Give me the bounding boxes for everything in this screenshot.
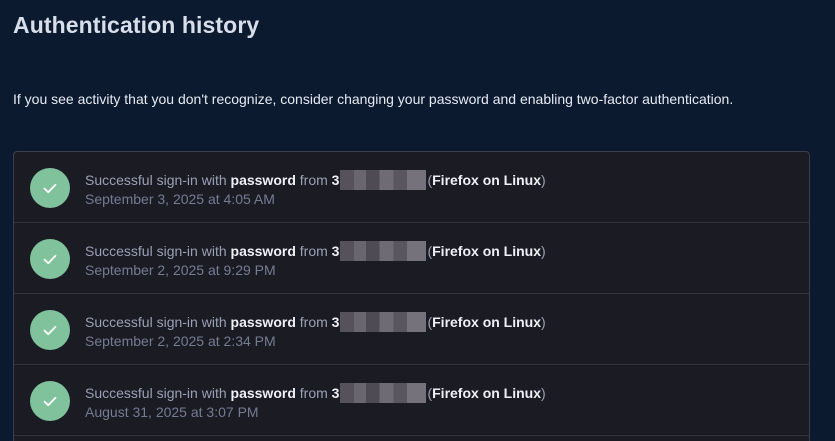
event-prefix: Successful sign-in with <box>85 385 227 401</box>
from-label: from <box>299 314 328 330</box>
auth-history-list: Successful sign-in with password from 3 … <box>13 151 810 441</box>
event-timestamp: September 3, 2025 at 4:05 AM <box>85 191 275 207</box>
event-description: Successful sign-in with password from 3 … <box>85 312 546 332</box>
event-description: Successful sign-in with password from 3 … <box>85 241 546 261</box>
ip-address: 3 <box>331 385 340 401</box>
event-prefix: Successful sign-in with <box>85 172 227 188</box>
event-timestamp: September 2, 2025 at 9:29 PM <box>85 262 276 278</box>
paren-close: ) <box>541 172 546 188</box>
ip-address: 3 <box>331 172 340 188</box>
paren-close: ) <box>541 385 546 401</box>
check-icon <box>30 239 70 279</box>
auth-method: password <box>230 385 296 401</box>
paren-close: ) <box>541 243 546 259</box>
event-timestamp: September 2, 2025 at 2:34 PM <box>85 333 276 349</box>
list-item: Successful sign-in with password from 3 … <box>14 365 809 436</box>
check-icon <box>30 168 70 208</box>
event-description: Successful sign-in with password from 3 … <box>85 383 546 403</box>
auth-method: password <box>230 243 296 259</box>
from-label: from <box>299 385 328 401</box>
check-icon <box>30 310 70 350</box>
auth-method: password <box>230 314 296 330</box>
ip-address: 3 <box>331 243 340 259</box>
from-label: from <box>299 172 328 188</box>
event-description: Successful sign-in with password from 3 … <box>85 170 546 190</box>
client-name: Firefox on Linux <box>432 385 542 401</box>
auth-history-page: Authentication history If you see activi… <box>0 0 835 441</box>
client-name: Firefox on Linux <box>432 243 542 259</box>
redacted-ip-block <box>340 312 427 332</box>
page-title: Authentication history <box>13 12 260 38</box>
client-name: Firefox on Linux <box>432 314 542 330</box>
redacted-ip-block <box>340 170 427 190</box>
client-name: Firefox on Linux <box>432 172 542 188</box>
ip-address: 3 <box>331 314 340 330</box>
list-item: Successful sign-in with password from 3 … <box>14 294 809 365</box>
event-timestamp: August 31, 2025 at 3:07 PM <box>85 404 259 420</box>
redacted-ip-block <box>340 383 427 403</box>
paren-close: ) <box>541 314 546 330</box>
intro-text: If you see activity that you don't recog… <box>13 91 734 107</box>
event-prefix: Successful sign-in with <box>85 243 227 259</box>
list-item: Successful sign-in with password from 3 … <box>14 223 809 294</box>
redacted-ip-block <box>340 241 427 261</box>
event-prefix: Successful sign-in with <box>85 314 227 330</box>
list-item: Successful sign-in with password from 3 … <box>14 152 809 223</box>
check-icon <box>30 381 70 421</box>
from-label: from <box>299 243 328 259</box>
auth-method: password <box>230 172 296 188</box>
